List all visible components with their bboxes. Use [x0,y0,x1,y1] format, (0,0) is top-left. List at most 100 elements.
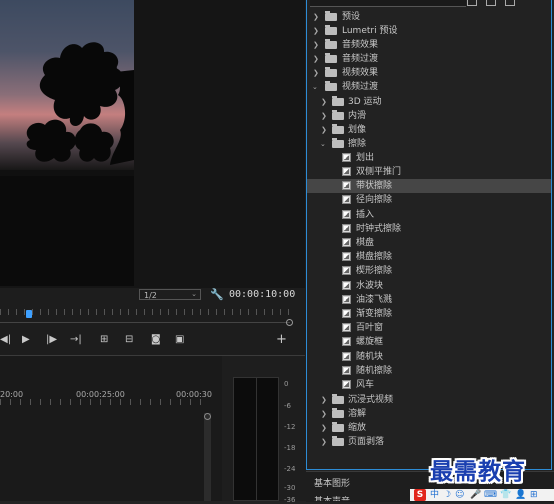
comparison-view-icon[interactable]: ▣ [175,334,184,345]
extract-icon[interactable]: ⊟ [125,334,133,345]
tab-essential-sound[interactable]: 基本声音 [314,494,350,501]
folder-video-effects[interactable]: ❯ 视频效果 [307,66,551,80]
accelerated-effects-icon[interactable] [467,0,477,6]
folder-iris[interactable]: ❯ 划像 [307,123,551,137]
effect-label: 插入 [356,210,375,220]
camera-icon[interactable]: ◙ [151,334,161,345]
timeline-time-label: 00:00:30 [176,390,212,399]
chevron-right-icon[interactable]: ❯ [313,52,319,66]
effect-item[interactable]: 油漆飞溅 [307,293,551,307]
folder-icon [332,110,344,120]
effect-item[interactable]: 棋盘 [307,236,551,250]
step-forward-icon[interactable]: |▶ [46,334,57,345]
zoom-bar[interactable] [0,322,290,323]
keyboard-icon[interactable]: ⌨ [484,489,497,501]
folder-icon [325,81,337,91]
chevron-right-icon[interactable]: ❯ [321,123,327,137]
chevron-right-icon[interactable]: ❯ [321,407,327,421]
folder-icon [332,138,344,148]
skin-icon[interactable]: 👕 [500,489,511,501]
microphone-icon[interactable]: 🎤 [470,489,481,501]
transition-icon [342,266,351,275]
folder-lumetri-presets[interactable]: ❯ Lumetri 预设 [307,24,551,38]
effect-item[interactable]: 楔形擦除 [307,264,551,278]
effect-item[interactable]: 随机擦除 [307,364,551,378]
timeline-scrollbar[interactable] [204,413,211,501]
effect-item[interactable]: 随机块 [307,350,551,364]
folder-wipe[interactable]: ⌄ 擦除 [307,137,551,151]
chevron-right-icon[interactable]: ❯ [313,66,319,80]
chevron-right-icon[interactable]: ❯ [321,109,327,123]
folder-dissolve[interactable]: ❯ 溶解 [307,407,551,421]
folder-presets[interactable]: ❯ 预设 [307,10,551,24]
folder-page-peel[interactable]: ❯ 页面剥落 [307,435,551,449]
chevron-right-icon[interactable]: ❯ [321,393,327,407]
tree-silhouette [0,42,134,286]
chevron-right-icon[interactable]: ❯ [321,95,327,109]
resolution-value: 1/2 [144,291,157,300]
effect-item[interactable]: 插入 [307,208,551,222]
moon-icon[interactable]: ☽ [443,489,451,501]
effects-search-input[interactable] [310,0,466,7]
chevron-right-icon[interactable]: ❯ [313,38,319,52]
folder-immersive-video[interactable]: ❯ 沉浸式视频 [307,393,551,407]
effect-item[interactable]: 百叶窗 [307,321,551,335]
effect-item[interactable]: 划出 [307,151,551,165]
effect-item[interactable]: 时钟式擦除 [307,222,551,236]
effect-item[interactable]: 风车 [307,378,551,392]
effect-item[interactable]: 螺旋框 [307,335,551,349]
transition-icon [342,281,351,290]
folder-video-transitions[interactable]: ⌄ 视频过渡 [307,80,551,94]
effect-label: 渐变擦除 [356,309,393,319]
chevron-right-icon[interactable]: ❯ [313,24,319,38]
timeline-ruler[interactable] [0,399,208,405]
effect-label: 楔形擦除 [356,266,393,276]
ime-language-indicator[interactable]: 中 [430,489,439,501]
lift-icon[interactable]: ⊞ [100,334,108,345]
playhead[interactable] [26,310,32,318]
folder-3d-motion[interactable]: ❯ 3D 运动 [307,95,551,109]
tab-essential-graphics[interactable]: 基本图形 [314,476,350,489]
emoji-icon[interactable]: ☺ [455,489,464,501]
32bit-effects-icon[interactable] [486,0,496,6]
scrub-ruler[interactable] [0,309,290,315]
folder-slide[interactable]: ❯ 内滑 [307,109,551,123]
watermark-logo: 最需教育 [430,458,526,485]
chevron-right-icon[interactable]: ❯ [313,10,319,24]
db-label: 0 [284,380,289,388]
sogou-logo-icon[interactable]: S [414,489,426,501]
folder-label: 页面剥落 [348,437,385,447]
meter-channel-split [256,377,257,501]
transition-icon [342,309,351,318]
folder-zoom[interactable]: ❯ 缩放 [307,421,551,435]
db-label: -24 [284,465,296,473]
db-label: -12 [284,423,296,431]
user-icon[interactable]: 👤 [515,489,526,501]
folder-audio-effects[interactable]: ❯ 音频效果 [307,38,551,52]
chevron-down-icon[interactable]: ⌄ [320,137,326,151]
timeline-scroll-handle[interactable] [204,413,211,420]
play-icon[interactable]: ▶ [22,334,30,345]
wrench-icon[interactable]: 🔧 [210,288,224,301]
effect-item[interactable]: 径向擦除 [307,193,551,207]
effect-item[interactable]: 棋盘擦除 [307,250,551,264]
go-to-out-icon[interactable]: →| [70,334,82,345]
effect-label: 百叶窗 [356,323,384,333]
step-back-icon[interactable]: ◀| [0,334,11,345]
zoom-handle[interactable] [286,319,293,326]
folder-audio-transitions[interactable]: ❯ 音频过渡 [307,52,551,66]
effect-item[interactable]: 水波块 [307,279,551,293]
chevron-right-icon[interactable]: ❯ [321,421,327,435]
grid-icon[interactable]: ⊞ [530,489,538,501]
effect-item[interactable]: 双侧平推门 [307,165,551,179]
resolution-select[interactable]: 1/2 ⌄ [139,289,201,300]
add-button-icon[interactable]: + [276,332,287,347]
chevron-right-icon[interactable]: ❯ [321,435,327,449]
effect-label: 带状擦除 [356,181,393,191]
effect-item[interactable]: 渐变擦除 [307,307,551,321]
chevron-down-icon[interactable]: ⌄ [312,80,318,94]
yuv-effects-icon[interactable] [505,0,515,6]
folder-label: 缩放 [348,423,367,433]
effect-item-selected[interactable]: 带状擦除 [307,179,551,193]
folder-icon [332,422,344,432]
